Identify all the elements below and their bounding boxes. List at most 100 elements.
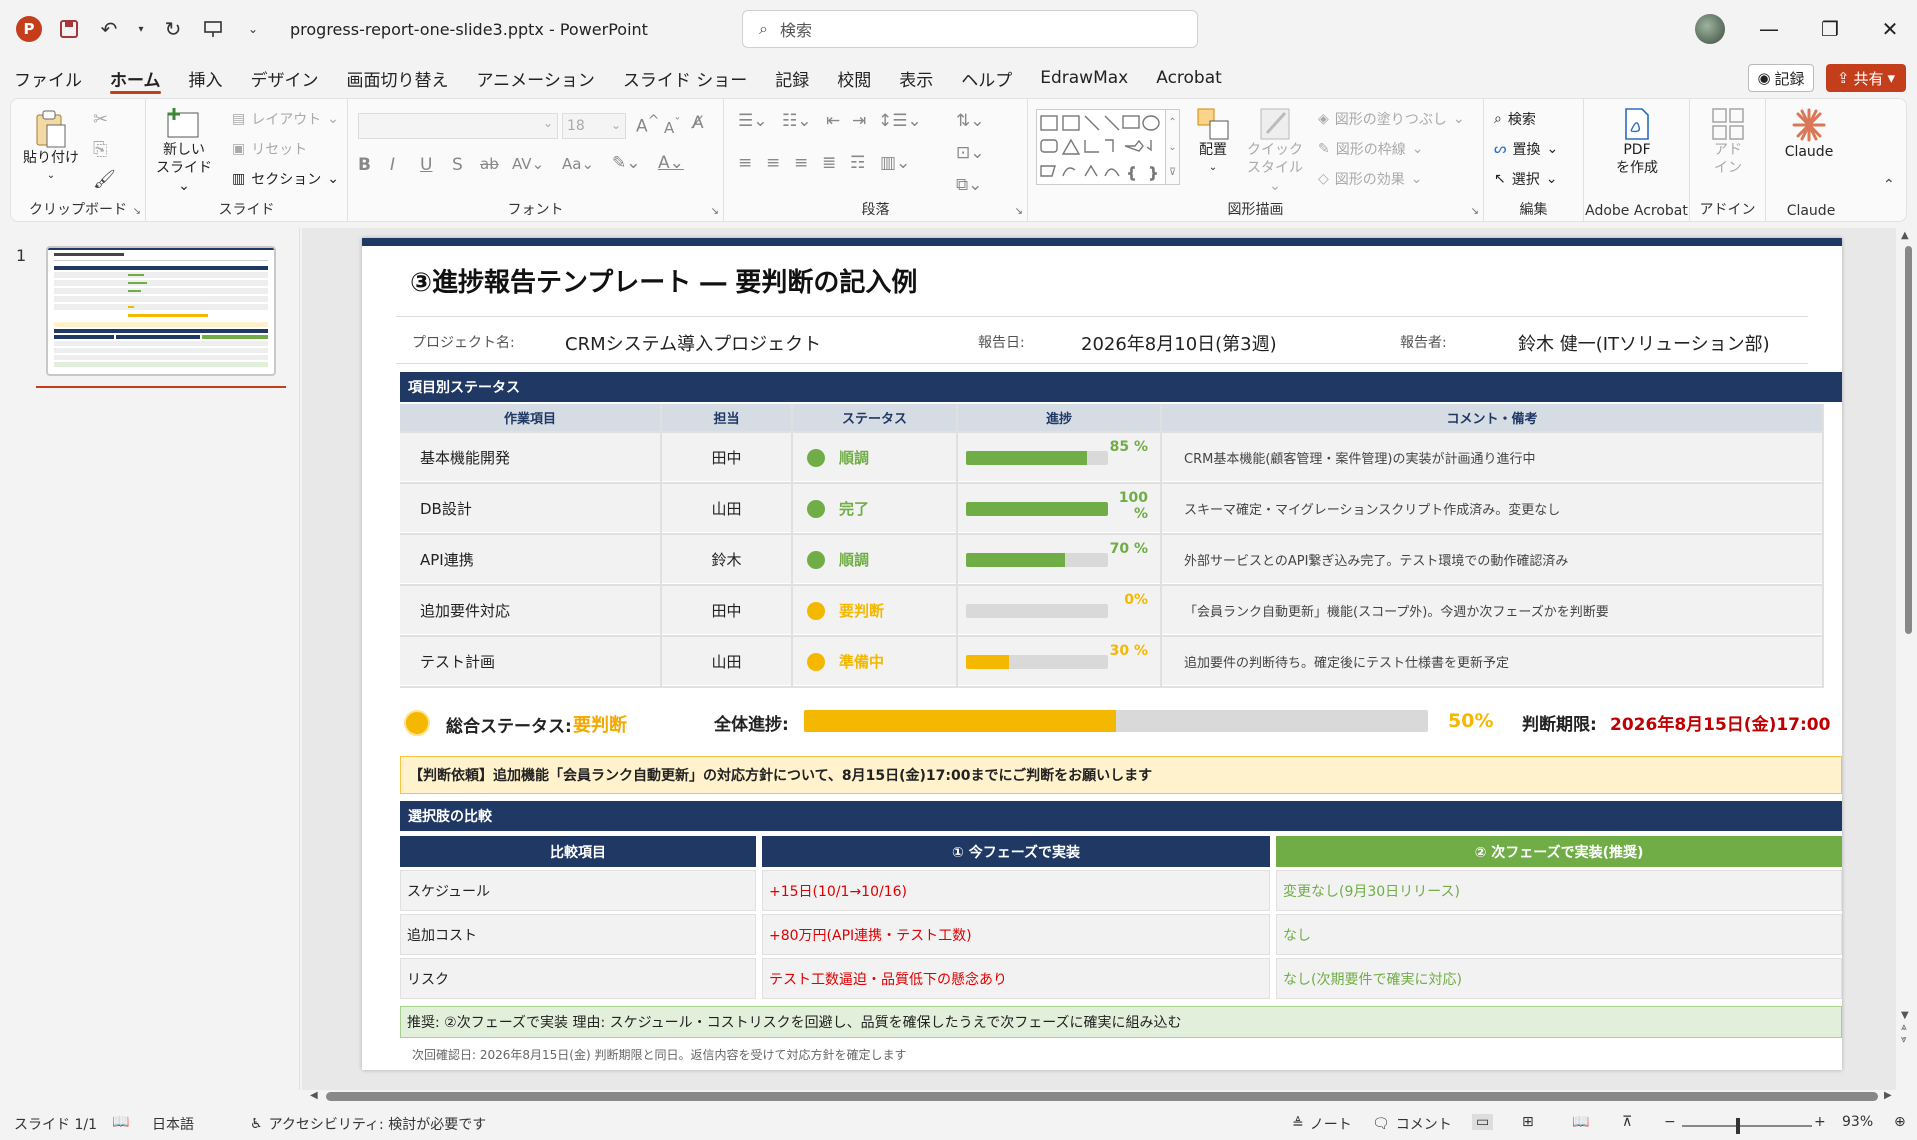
notes-button[interactable]: ≜ ノート: [1292, 1114, 1352, 1134]
italic-icon[interactable]: I: [390, 155, 395, 175]
zoom-slider-thumb[interactable]: [1736, 1118, 1740, 1134]
strikethrough-icon[interactable]: ab: [480, 155, 499, 173]
normal-view-icon[interactable]: ▭: [1472, 1114, 1494, 1130]
justify-icon[interactable]: ≣: [822, 153, 836, 173]
slide-sorter-icon[interactable]: ⊞: [1522, 1114, 1534, 1130]
scroll-up-icon[interactable]: ▲: [1901, 230, 1909, 241]
shadow-icon[interactable]: S: [452, 155, 463, 175]
find-button[interactable]: ⌕ 検索: [1494, 109, 1536, 129]
accessibility-button[interactable]: ♿ アクセシビリティ: 検討が必要です: [250, 1114, 486, 1134]
tab-1[interactable]: ホーム: [96, 58, 175, 98]
slide-title[interactable]: ③進捗報告テンプレート ― 要判断の記入例: [410, 262, 917, 299]
format-painter-icon[interactable]: 🖌: [93, 169, 116, 190]
tab-10[interactable]: ヘルプ: [947, 58, 1026, 98]
scroll-down-icon[interactable]: ▼ ⩓ ⩔: [1901, 1010, 1909, 1046]
shape-effects-button[interactable]: ◇ 図形の効果 ⌄: [1318, 169, 1423, 189]
line-spacing-icon[interactable]: ↕☰⌄: [878, 111, 922, 131]
zoom-slider[interactable]: [1682, 1125, 1812, 1127]
copy-icon[interactable]: ⎘: [93, 139, 107, 160]
customize-toolbar-icon[interactable]: ⌄: [240, 16, 266, 42]
redo-icon[interactable]: ↻: [160, 16, 186, 42]
decrease-indent-icon[interactable]: ⇤: [826, 111, 840, 131]
underline-icon[interactable]: U: [420, 155, 432, 175]
fit-slide-icon[interactable]: ⊕: [1894, 1114, 1906, 1130]
align-text-icon[interactable]: ⊡⌄: [956, 143, 985, 163]
tab-11[interactable]: EdrawMax: [1026, 58, 1142, 98]
shapes-scroll[interactable]: ⌃ ⌄ ⊽: [1166, 109, 1180, 185]
horizontal-scroll-thumb[interactable]: [326, 1092, 1878, 1101]
highlight-icon[interactable]: ✎⌄: [612, 153, 641, 173]
vertical-scroll-thumb[interactable]: [1905, 246, 1912, 634]
replace-button[interactable]: ᔕ 置換 ⌄: [1494, 139, 1558, 159]
tab-0[interactable]: ファイル: [0, 58, 96, 98]
addins-button[interactable]: アド イン: [1700, 107, 1756, 177]
spell-check-icon[interactable]: 📖: [112, 1114, 129, 1130]
character-spacing-icon[interactable]: AV⌄: [512, 155, 544, 173]
share-button[interactable]: ⇪ 共有 ▾: [1826, 64, 1906, 92]
dialog-launcher-icon[interactable]: ↘: [133, 206, 141, 217]
tab-12[interactable]: Acrobat: [1142, 58, 1236, 98]
font-color-icon[interactable]: A⌄: [658, 153, 684, 173]
shapes-gallery[interactable]: {}: [1036, 109, 1166, 185]
shape-outline-button[interactable]: ✎ 図形の枠線 ⌄: [1318, 139, 1423, 159]
select-button[interactable]: ↖ 選択 ⌄: [1494, 169, 1557, 189]
bullets-icon[interactable]: ☰⌄: [738, 111, 767, 131]
shape-fill-button[interactable]: ◈ 図形の塗りつぶし ⌄: [1318, 109, 1465, 129]
minimize-icon[interactable]: —: [1754, 14, 1784, 44]
text-direction-icon[interactable]: ⇅⌄: [956, 111, 985, 131]
present-from-start-icon[interactable]: [200, 16, 226, 42]
columns-icon[interactable]: ▥⌄: [880, 153, 910, 173]
align-right-icon[interactable]: ≡: [794, 153, 808, 173]
clear-format-icon[interactable]: A̸: [692, 113, 704, 133]
record-button[interactable]: ◉ 記録: [1748, 64, 1814, 92]
tab-6[interactable]: スライド ショー: [609, 58, 761, 98]
maximize-icon[interactable]: ❐: [1815, 14, 1845, 44]
slideshow-icon[interactable]: ⊼: [1622, 1114, 1632, 1130]
avatar[interactable]: [1695, 14, 1725, 44]
comments-button[interactable]: 🗨 コメント: [1372, 1114, 1452, 1134]
tab-2[interactable]: 挿入: [175, 58, 237, 98]
smartart-icon[interactable]: ⧉⌄: [956, 175, 982, 195]
tab-4[interactable]: 画面切り替え: [333, 58, 463, 98]
create-pdf-button[interactable]: PDF を作成: [1604, 107, 1670, 177]
chevron-down-icon[interactable]: ▾: [136, 16, 146, 42]
increase-indent-icon[interactable]: ⇥: [852, 111, 866, 131]
distributed-icon[interactable]: ☶: [850, 153, 865, 173]
increase-font-icon[interactable]: A^: [636, 113, 660, 137]
zoom-level[interactable]: 93%: [1842, 1114, 1873, 1130]
section-button[interactable]: ▥ セクション ⌄: [232, 169, 339, 189]
arrange-button[interactable]: 配置 ⌄: [1188, 107, 1238, 177]
font-size-select[interactable]: 18 ⌄: [562, 113, 626, 139]
font-family-select[interactable]: ⌄: [358, 113, 558, 139]
tab-5[interactable]: アニメーション: [463, 58, 609, 98]
scroll-left-icon[interactable]: ◀: [310, 1090, 318, 1101]
quick-style-button[interactable]: クイック スタイル ⌄: [1244, 107, 1306, 195]
language[interactable]: 日本語: [152, 1114, 194, 1134]
dialog-launcher-icon[interactable]: ↘: [1471, 206, 1479, 217]
search-input[interactable]: ⌕ 検索: [742, 10, 1198, 48]
scroll-right-icon[interactable]: ▶: [1884, 1090, 1892, 1101]
close-icon[interactable]: ✕: [1875, 14, 1905, 44]
tab-3[interactable]: デザイン: [237, 58, 333, 98]
paste-button[interactable]: 貼り付け ⌄: [21, 109, 81, 185]
tab-7[interactable]: 記録: [761, 58, 823, 98]
align-center-icon[interactable]: ≡: [766, 153, 780, 173]
slide[interactable]: ③進捗報告テンプレート ― 要判断の記入例 プロジェクト名: CRMシステム導入…: [362, 238, 1842, 1070]
zoom-out-icon[interactable]: −: [1664, 1114, 1676, 1130]
reset-button[interactable]: ▣ リセット: [232, 139, 307, 159]
reading-view-icon[interactable]: 📖: [1572, 1114, 1589, 1130]
layout-button[interactable]: ▤ レイアウト ⌄: [232, 109, 339, 129]
zoom-in-icon[interactable]: +: [1814, 1114, 1826, 1130]
numbering-icon[interactable]: ☷⌄: [782, 111, 811, 131]
bold-icon[interactable]: B: [358, 155, 371, 175]
dialog-launcher-icon[interactable]: ↘: [1015, 206, 1023, 217]
slide-thumbnail[interactable]: [46, 246, 276, 376]
change-case-icon[interactable]: Aa⌄: [562, 155, 594, 173]
decrease-font-icon[interactable]: Aˇ: [664, 115, 681, 137]
dialog-launcher-icon[interactable]: ↘: [711, 206, 719, 217]
align-left-icon[interactable]: ≡: [738, 153, 752, 173]
cut-icon[interactable]: ✂: [93, 109, 108, 130]
tab-9[interactable]: 表示: [885, 58, 947, 98]
new-slide-button[interactable]: 新しい スライド ⌄: [154, 107, 214, 195]
tab-8[interactable]: 校閲: [823, 58, 885, 98]
